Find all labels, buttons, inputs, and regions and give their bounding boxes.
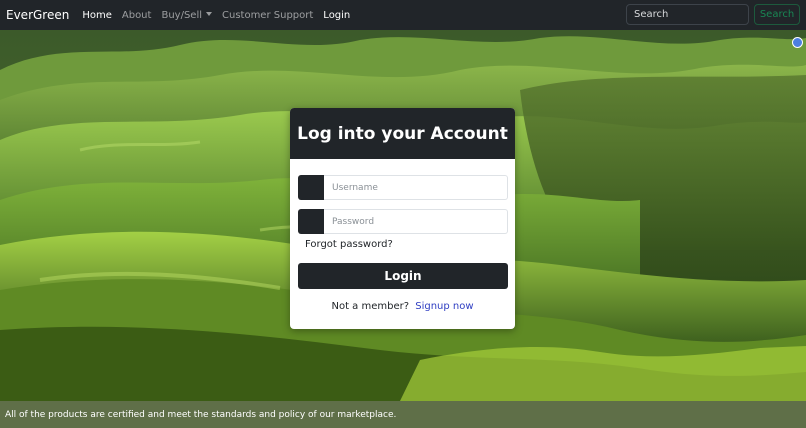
chat-bubble-icon[interactable] <box>792 37 803 48</box>
brand-logo[interactable]: EverGreen <box>6 8 69 22</box>
username-addon-icon <box>298 175 324 200</box>
forgot-password-link[interactable]: Forgot password? <box>305 239 393 250</box>
nav-about[interactable]: About <box>122 10 152 21</box>
password-addon-icon <box>298 209 324 234</box>
password-field <box>298 209 508 234</box>
nav-home[interactable]: Home <box>82 10 112 21</box>
login-button[interactable]: Login <box>298 263 508 289</box>
username-input[interactable] <box>324 175 508 200</box>
username-field <box>298 175 508 200</box>
nav-buy-sell-dropdown[interactable]: Buy/Sell <box>161 10 212 21</box>
search-input[interactable] <box>626 4 749 25</box>
signup-row: Not a member? Signup now <box>290 301 515 312</box>
footer-text: All of the products are certified and me… <box>5 409 397 420</box>
footer-bar: All of the products are certified and me… <box>0 401 806 428</box>
login-card-title: Log into your Account <box>290 108 515 159</box>
caret-down-icon <box>206 11 212 16</box>
search-form: Search <box>626 4 800 25</box>
top-navbar: EverGreen Home About Buy/Sell Customer S… <box>0 0 806 30</box>
signup-link[interactable]: Signup now <box>415 301 473 312</box>
nav-login[interactable]: Login <box>323 10 350 21</box>
nav-links: Home About Buy/Sell Customer Support Log… <box>82 10 360 21</box>
nav-buy-sell-label: Buy/Sell <box>161 9 202 21</box>
nav-customer-support[interactable]: Customer Support <box>222 10 313 21</box>
password-input[interactable] <box>324 209 508 234</box>
search-button[interactable]: Search <box>754 4 800 25</box>
login-card: Log into your Account Forgot password? L… <box>290 108 515 329</box>
signup-prompt: Not a member? <box>331 301 410 312</box>
